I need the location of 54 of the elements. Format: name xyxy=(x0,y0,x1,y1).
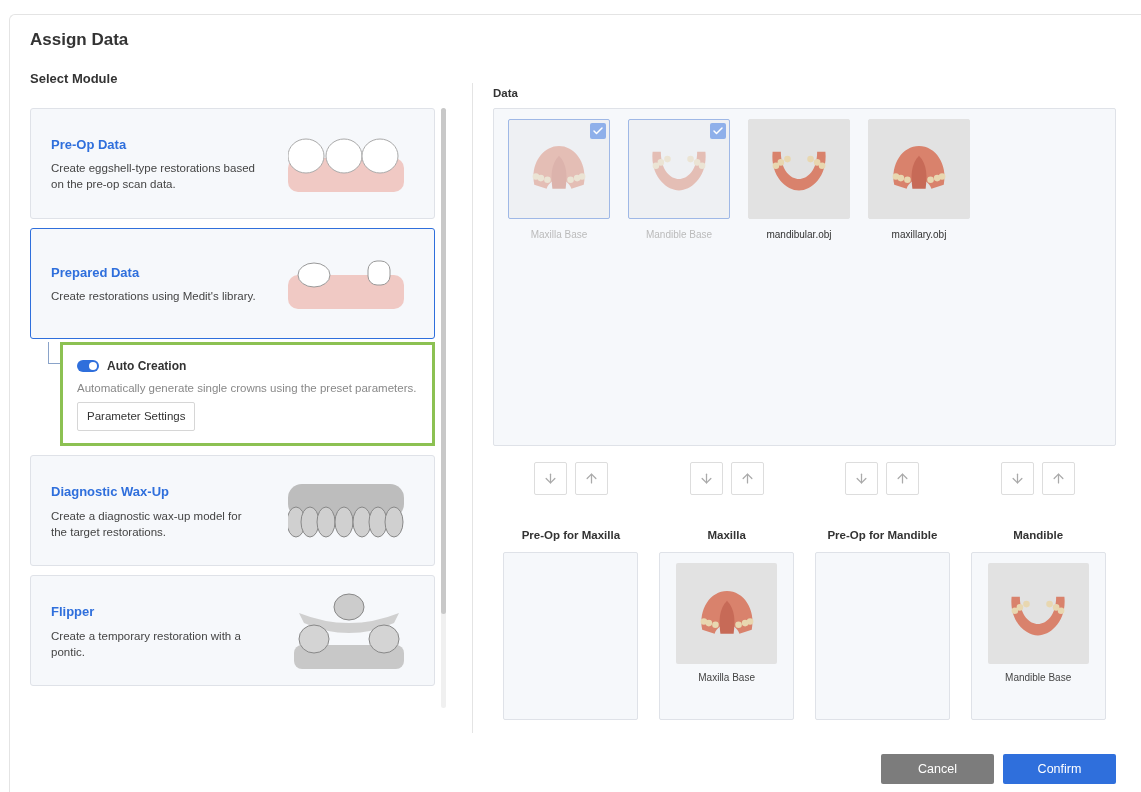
module-description: Create a diagnostic wax-up model for the target restorations. xyxy=(51,508,243,540)
section-heading: Select Module xyxy=(30,69,119,88)
arrow-down-icon xyxy=(1010,470,1026,486)
confirm-button[interactable]: Confirm xyxy=(1003,754,1116,784)
option-description: Automatically generate single crowns using the preset parameters. xyxy=(77,381,418,396)
drop-slot[interactable] xyxy=(503,552,639,720)
slot-title: Mandible xyxy=(1013,527,1064,543)
move-up-button[interactable] xyxy=(886,461,920,495)
scan-thumbnail[interactable] xyxy=(628,118,730,219)
module-title: Pre-Op Data xyxy=(51,135,128,154)
check-icon xyxy=(592,124,604,137)
module-title: Flipper xyxy=(51,603,96,621)
slot-title: Pre-Op for Mandible xyxy=(827,527,938,543)
move-up-button[interactable] xyxy=(1042,461,1076,495)
module-description: Create restorations using Medit's library. xyxy=(51,289,256,305)
checkbox[interactable] xyxy=(710,122,726,139)
move-up-button[interactable] xyxy=(730,461,764,495)
module-card[interactable]: Prepared Data Create restorations using Medit's library. xyxy=(30,228,435,339)
drop-slot[interactable]: Maxilla Base xyxy=(659,552,795,720)
arrow-down-icon xyxy=(854,470,870,486)
section-heading: Data xyxy=(493,85,519,101)
toggle-switch[interactable] xyxy=(77,360,99,372)
module-card[interactable]: Diagnostic Wax-Up Create a diagnostic wax-up model for the target restorations. xyxy=(30,455,435,567)
module-title: Diagnostic Wax-Up xyxy=(51,483,170,501)
module-description: Create eggshell-type restorations based on the pre-op scan data. xyxy=(51,161,256,193)
arrow-down-icon xyxy=(542,470,558,486)
module-card[interactable]: Flipper Create a temporary restoration with a pontic. xyxy=(30,575,435,687)
check-icon xyxy=(712,124,724,137)
module-description: Create a temporary restoration with a pontic. xyxy=(51,628,242,660)
drop-slot[interactable]: Mandible Base xyxy=(970,552,1106,720)
scan-label: Maxilla Base xyxy=(530,227,588,242)
checkbox[interactable] xyxy=(590,122,606,139)
scan-thumbnail[interactable] xyxy=(508,118,610,219)
option-title: Auto Creation xyxy=(107,358,187,375)
drop-slot[interactable] xyxy=(814,552,950,720)
slot-title: Pre-Op for Maxilla xyxy=(521,527,621,543)
scan-label: mandibular.obj xyxy=(766,227,832,242)
move-down-button[interactable] xyxy=(1001,461,1035,495)
dialog-title: Assign Data xyxy=(30,29,130,51)
move-down-button[interactable] xyxy=(533,461,567,495)
slot-title: Maxilla xyxy=(707,527,746,543)
scrollbar[interactable] xyxy=(441,108,446,708)
cancel-button[interactable]: Cancel xyxy=(881,754,994,784)
arrow-down-icon xyxy=(698,470,714,486)
parameter-settings-button[interactable]: Parameter Settings xyxy=(77,402,196,432)
module-card[interactable]: Pre-Op Data Create eggshell-type restorations based on the pre-op scan data. xyxy=(30,108,435,219)
move-up-button[interactable] xyxy=(574,461,608,495)
scan-label: Mandible Base xyxy=(1005,671,1072,685)
move-down-button[interactable] xyxy=(689,461,723,495)
scan-label: maxillary.obj xyxy=(891,227,947,242)
move-down-button[interactable] xyxy=(845,461,879,495)
scan-label: Maxilla Base xyxy=(698,671,755,685)
module-title: Prepared Data xyxy=(51,263,141,282)
scan-label: Mandible Base xyxy=(645,227,713,242)
